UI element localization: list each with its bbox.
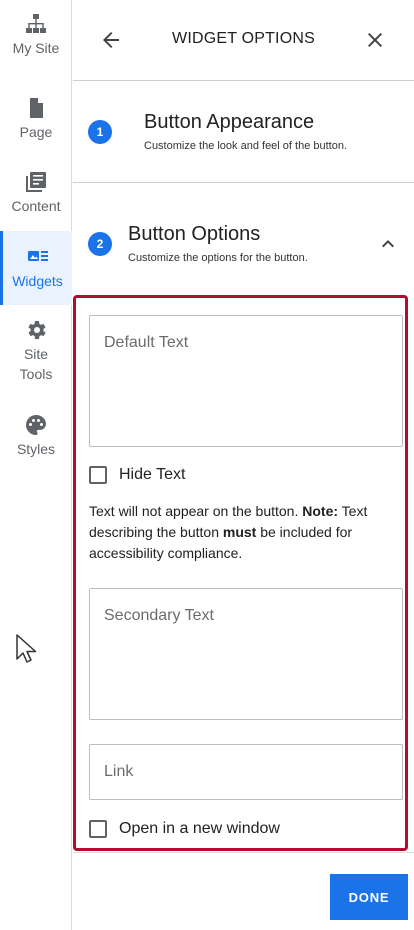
hide-text-hint: Text will not appear on the button. Note… [89,501,389,564]
default-text-placeholder: Default Text [104,334,189,351]
default-text-field[interactable]: Default Text [89,315,403,447]
hint-emphasis: must [222,524,257,540]
link-placeholder: Link [104,763,134,780]
panel-header: WIDGET OPTIONS [73,0,414,81]
widgets-icon [27,251,48,261]
new-window-checkbox[interactable]: Open in a new window [89,820,280,838]
step-title: Button Options [128,223,261,245]
sitemap-icon [26,14,46,33]
step-button-appearance[interactable]: 1 Button Appearance Customize the look a… [73,82,414,183]
new-window-label: Open in a new window [119,820,280,837]
palette-icon [26,415,46,435]
step-button-options[interactable]: 2 Button Options Customize the options f… [73,184,414,294]
nav-label: Widgets [12,273,63,289]
secondary-text-placeholder: Secondary Text [104,607,214,624]
left-nav-rail: My Site Page Content Widgets Site Tools … [0,0,72,930]
step-title: Button Appearance [144,111,315,133]
hint-note: Note: [302,503,339,519]
hint-text: Text will not appear on the button. [89,503,303,519]
checkbox-box[interactable] [89,466,107,484]
step-subtitle: Customize the options for the button. [128,252,308,264]
nav-item-page[interactable]: Page [0,96,72,146]
nav-item-widgets[interactable]: Widgets [0,231,72,305]
hide-text-label: Hide Text [119,466,186,483]
step-number-badge: 2 [88,232,112,256]
nav-label: Site Tools [19,346,53,382]
hide-text-checkbox[interactable]: Hide Text [89,466,185,484]
content-icon [26,172,46,192]
nav-label: Page [19,124,53,140]
checkbox-box[interactable] [89,820,107,838]
secondary-text-field[interactable]: Secondary Text [89,588,403,720]
step-subtitle: Customize the look and feel of the butto… [144,140,348,152]
nav-item-site-tools[interactable]: Site Tools [0,318,72,384]
button-options-section: Default Text Hide Text Text will not app… [73,295,408,851]
widget-options-panel: WIDGET OPTIONS 1 Button Appearance Custo… [73,0,414,930]
step-number-badge: 1 [88,120,112,144]
done-button[interactable]: DONE [330,874,408,920]
mouse-pointer-icon [16,634,37,663]
chevron-up-icon[interactable] [376,232,400,256]
app: My Site Page Content Widgets Site Tools … [0,0,414,930]
gear-icon [28,321,46,339]
panel-footer: DONE [73,852,414,930]
nav-item-styles[interactable]: Styles [0,413,72,463]
nav-item-content[interactable]: Content [0,170,72,220]
nav-item-my-site[interactable]: My Site [0,12,72,72]
link-field[interactable]: Link [89,744,403,800]
close-icon[interactable] [363,28,387,52]
nav-label: Content [11,198,61,214]
nav-label: My Site [12,40,60,56]
nav-label: Styles [16,441,56,457]
page-icon [30,98,43,118]
